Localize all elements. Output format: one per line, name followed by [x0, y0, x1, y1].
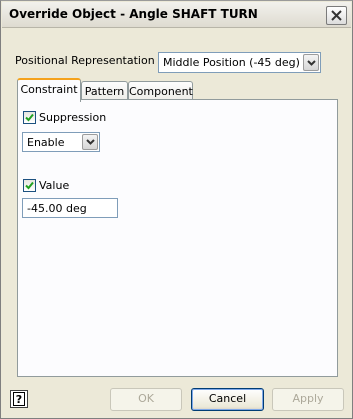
suppression-label: Suppression: [39, 111, 107, 124]
suppression-select[interactable]: Enable: [22, 132, 100, 152]
apply-button[interactable]: Apply: [272, 388, 344, 411]
value-input-text: -45.00 deg: [27, 202, 87, 215]
help-button[interactable]: ?: [10, 390, 28, 408]
title-bar[interactable]: Override Object - Angle SHAFT TURN: [2, 2, 351, 28]
window-title: Override Object - Angle SHAFT TURN: [9, 7, 258, 21]
cancel-button[interactable]: Cancel: [191, 388, 264, 411]
positional-representation-value: Middle Position (-45 deg): [163, 56, 300, 69]
value-label: Value: [39, 179, 70, 192]
constraint-tab-panel: Suppression Enable Value -45.00 deg: [17, 99, 338, 377]
close-button[interactable]: [326, 6, 347, 25]
help-icon: ?: [13, 392, 25, 406]
value-checkbox[interactable]: [23, 179, 36, 192]
tab-pattern-label: Pattern: [84, 85, 125, 98]
value-input[interactable]: -45.00 deg: [22, 198, 118, 218]
checkmark-icon: [25, 113, 34, 122]
positional-representation-select[interactable]: Middle Position (-45 deg): [158, 52, 321, 73]
positional-representation-label: Positional Representation: [15, 54, 155, 67]
chevron-down-icon[interactable]: [82, 134, 98, 150]
tab-constraint-label: Constraint: [20, 83, 78, 96]
ok-button[interactable]: OK: [110, 388, 182, 411]
chevron-down-icon[interactable]: [303, 54, 319, 71]
override-object-dialog: Override Object - Angle SHAFT TURN Posit…: [0, 0, 353, 419]
checkmark-icon: [25, 181, 34, 190]
tab-constraint[interactable]: Constraint: [17, 78, 81, 102]
close-icon: [331, 10, 342, 21]
suppression-select-value: Enable: [27, 136, 65, 149]
tab-component-label: Component: [129, 85, 193, 98]
svg-text:?: ?: [16, 393, 22, 406]
suppression-checkbox[interactable]: [23, 111, 36, 124]
